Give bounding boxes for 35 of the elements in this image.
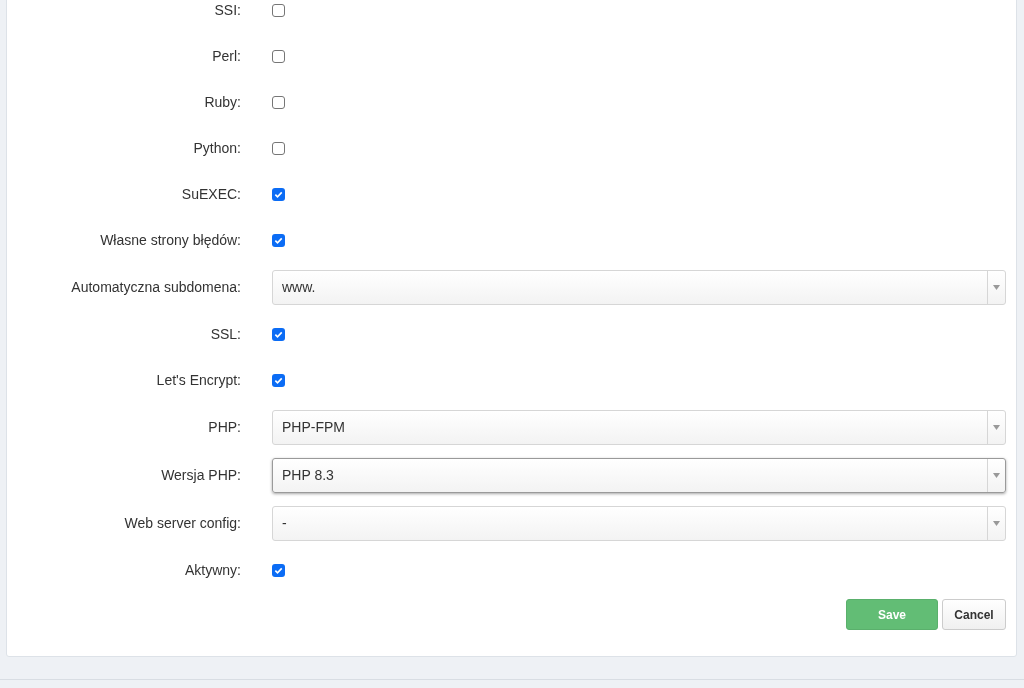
checkbox[interactable] — [272, 563, 285, 577]
checkbox[interactable] — [272, 95, 285, 109]
field-label: SSL: — [209, 324, 241, 344]
checkbox[interactable] — [272, 3, 285, 17]
select-value: - — [281, 513, 288, 533]
field-label: Ruby: — [203, 92, 241, 112]
select-field[interactable]: www. — [272, 269, 1006, 305]
select-field[interactable]: PHP 8.3 — [272, 457, 1006, 493]
field-label: Python: — [192, 138, 241, 158]
dropdown-caret-icon — [993, 520, 1000, 526]
checkbox[interactable] — [272, 141, 285, 155]
field-label: SuEXEC: — [180, 184, 241, 204]
field-label: Aktywny: — [184, 560, 241, 580]
checkbox[interactable] — [272, 49, 285, 63]
field-label: Perl: — [211, 46, 241, 66]
field-label: Własne strony błędów: — [99, 230, 241, 250]
dropdown-caret-icon — [993, 284, 1000, 290]
cancel-button[interactable]: Cancel — [942, 599, 1006, 630]
field-label: Web server config: — [123, 513, 241, 533]
field-label: PHP: — [207, 417, 241, 437]
field-label: Automatyczna subdomena: — [70, 277, 241, 297]
select-value: PHP-FPM — [281, 417, 346, 437]
select-value: PHP 8.3 — [281, 465, 335, 485]
select-field[interactable]: - — [272, 505, 1006, 541]
checkbox[interactable] — [272, 187, 285, 201]
checkbox[interactable] — [272, 327, 285, 341]
select-value: www. — [281, 277, 317, 297]
dropdown-caret-icon — [993, 424, 1000, 430]
checkbox[interactable] — [272, 233, 285, 247]
dropdown-caret-icon — [993, 472, 1000, 478]
checkbox[interactable] — [272, 373, 285, 387]
field-label: SSI: — [213, 0, 241, 20]
field-label: Wersja PHP: — [160, 465, 241, 485]
select-field[interactable]: PHP-FPM — [272, 409, 1006, 445]
field-label: Let's Encrypt: — [155, 370, 241, 390]
